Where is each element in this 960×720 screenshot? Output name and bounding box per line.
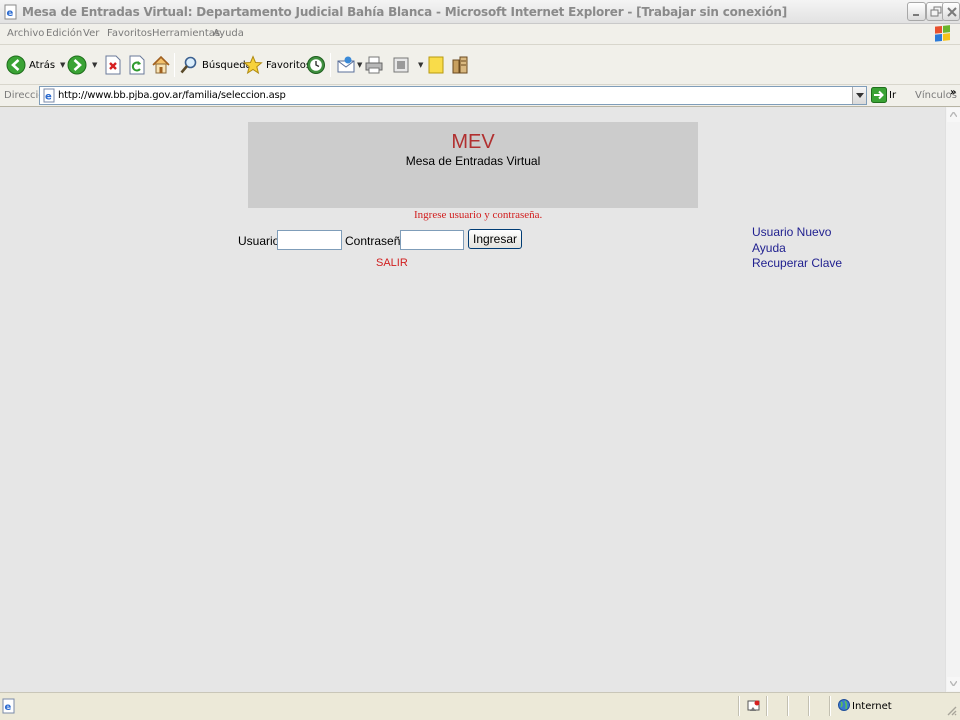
edit-page-icon [393, 57, 409, 73]
refresh-button[interactable] [128, 52, 146, 78]
address-input[interactable]: e http://www.bb.pjba.gov.ar/familia/sele… [39, 86, 867, 105]
forward-arrow-icon [67, 55, 87, 75]
scroll-up-icon[interactable] [947, 108, 960, 122]
status-separator [738, 696, 740, 716]
vertical-scrollbar[interactable] [945, 107, 960, 692]
windows-logo-icon [932, 25, 954, 44]
recover-password-link[interactable]: Recuperar Clave [752, 256, 842, 272]
banner-title: MEV [451, 131, 495, 153]
toolbar: Atrás ▼ ▼ Búsqueda Favoritos ▼ ▼ [0, 45, 960, 85]
status-separator [766, 696, 768, 716]
page-content: MEV Mesa de Entradas Virtual Ingrese usu… [0, 107, 945, 692]
close-button[interactable] [942, 2, 960, 21]
banner-subtitle: Mesa de Entradas Virtual [405, 154, 541, 168]
page-banner: MEV Mesa de Entradas Virtual [248, 122, 698, 208]
new-user-link[interactable]: Usuario Nuevo [752, 225, 842, 241]
history-button[interactable] [306, 52, 326, 78]
address-dropdown-button[interactable] [852, 87, 866, 104]
address-bar: Dirección e http://www.bb.pjba.gov.ar/fa… [0, 85, 960, 107]
resize-grip-icon[interactable] [944, 703, 958, 717]
svg-text:e: e [7, 8, 14, 19]
login-prompt: Ingrese usuario y contraseña. [414, 209, 543, 221]
favorites-button[interactable]: Favoritos [243, 52, 311, 78]
user-label: Usuario: [238, 234, 283, 248]
ie-page-icon: e [3, 4, 19, 20]
search-button[interactable]: Búsqueda [179, 52, 252, 78]
status-separator [787, 696, 789, 716]
home-icon [152, 55, 170, 74]
menu-archivo[interactable]: Archivo [7, 28, 44, 39]
go-arrow-icon[interactable] [871, 87, 887, 103]
status-separator [829, 696, 831, 716]
browser-window: e Mesa de Entradas Virtual: Departamento… [0, 0, 960, 720]
window-title: Mesa de Entradas Virtual: Departamento J… [22, 5, 788, 19]
menu-edicion[interactable]: Edición [46, 28, 82, 39]
minimize-button[interactable] [907, 2, 926, 21]
scroll-down-icon[interactable] [947, 677, 960, 691]
messenger-button[interactable] [450, 52, 470, 78]
print-button[interactable] [364, 52, 384, 78]
login-button[interactable]: Ingresar [468, 229, 522, 249]
favorites-label: Favoritos [266, 59, 312, 71]
title-bar: e Mesa de Entradas Virtual: Departamento… [0, 0, 960, 24]
exit-link[interactable]: SALIR [376, 257, 408, 269]
refresh-icon [129, 55, 145, 75]
side-links: Usuario Nuevo Ayuda Recuperar Clave [752, 225, 842, 272]
media-icon [452, 56, 468, 74]
toolbar-separator [174, 53, 175, 77]
menu-herramientas[interactable]: Herramientas [152, 28, 220, 39]
svg-text:e: e [5, 702, 12, 713]
menu-bar: Archivo Edición Ver Favoritos Herramient… [0, 24, 960, 45]
mail-button[interactable]: ▼ [336, 52, 362, 78]
user-input[interactable] [277, 230, 342, 250]
discuss-button[interactable] [427, 52, 445, 78]
edit-dropdown-icon[interactable]: ▼ [418, 61, 423, 69]
help-link[interactable]: Ayuda [752, 241, 842, 257]
page-icon: e [42, 88, 57, 106]
links-chevron-icon[interactable]: » [950, 87, 956, 98]
svg-text:e: e [45, 92, 52, 103]
menu-ayuda[interactable]: Ayuda [213, 28, 244, 39]
go-button[interactable]: Ir [889, 90, 896, 101]
home-button[interactable] [151, 52, 171, 78]
forward-dropdown-icon[interactable]: ▼ [92, 61, 97, 69]
status-bar: e Internet [0, 692, 960, 720]
popup-blocker-icon[interactable] [746, 698, 762, 717]
internet-globe-icon [838, 699, 850, 714]
back-dropdown-icon[interactable]: ▼ [60, 61, 65, 69]
status-separator [808, 696, 810, 716]
menu-ver[interactable]: Ver [83, 28, 99, 39]
mail-icon [337, 56, 355, 73]
back-arrow-icon [6, 55, 26, 75]
stop-icon [105, 55, 121, 75]
menu-favoritos[interactable]: Favoritos [107, 28, 152, 39]
security-zone-label: Internet [852, 701, 892, 712]
back-label: Atrás [29, 59, 56, 71]
history-clock-icon [307, 56, 325, 74]
printer-icon [365, 56, 383, 74]
forward-button[interactable]: ▼ [67, 52, 97, 78]
mail-dropdown-icon[interactable]: ▼ [357, 61, 362, 69]
password-input[interactable] [400, 230, 464, 250]
back-button[interactable]: Atrás ▼ [6, 52, 65, 78]
star-icon [243, 55, 263, 75]
note-icon [428, 56, 444, 74]
address-url: http://www.bb.pjba.gov.ar/familia/selecc… [58, 90, 286, 101]
status-page-icon: e [2, 698, 16, 717]
toolbar-separator [330, 53, 331, 77]
edit-button[interactable]: ▼ [392, 52, 423, 78]
stop-button[interactable] [104, 52, 122, 78]
search-icon [180, 56, 197, 74]
